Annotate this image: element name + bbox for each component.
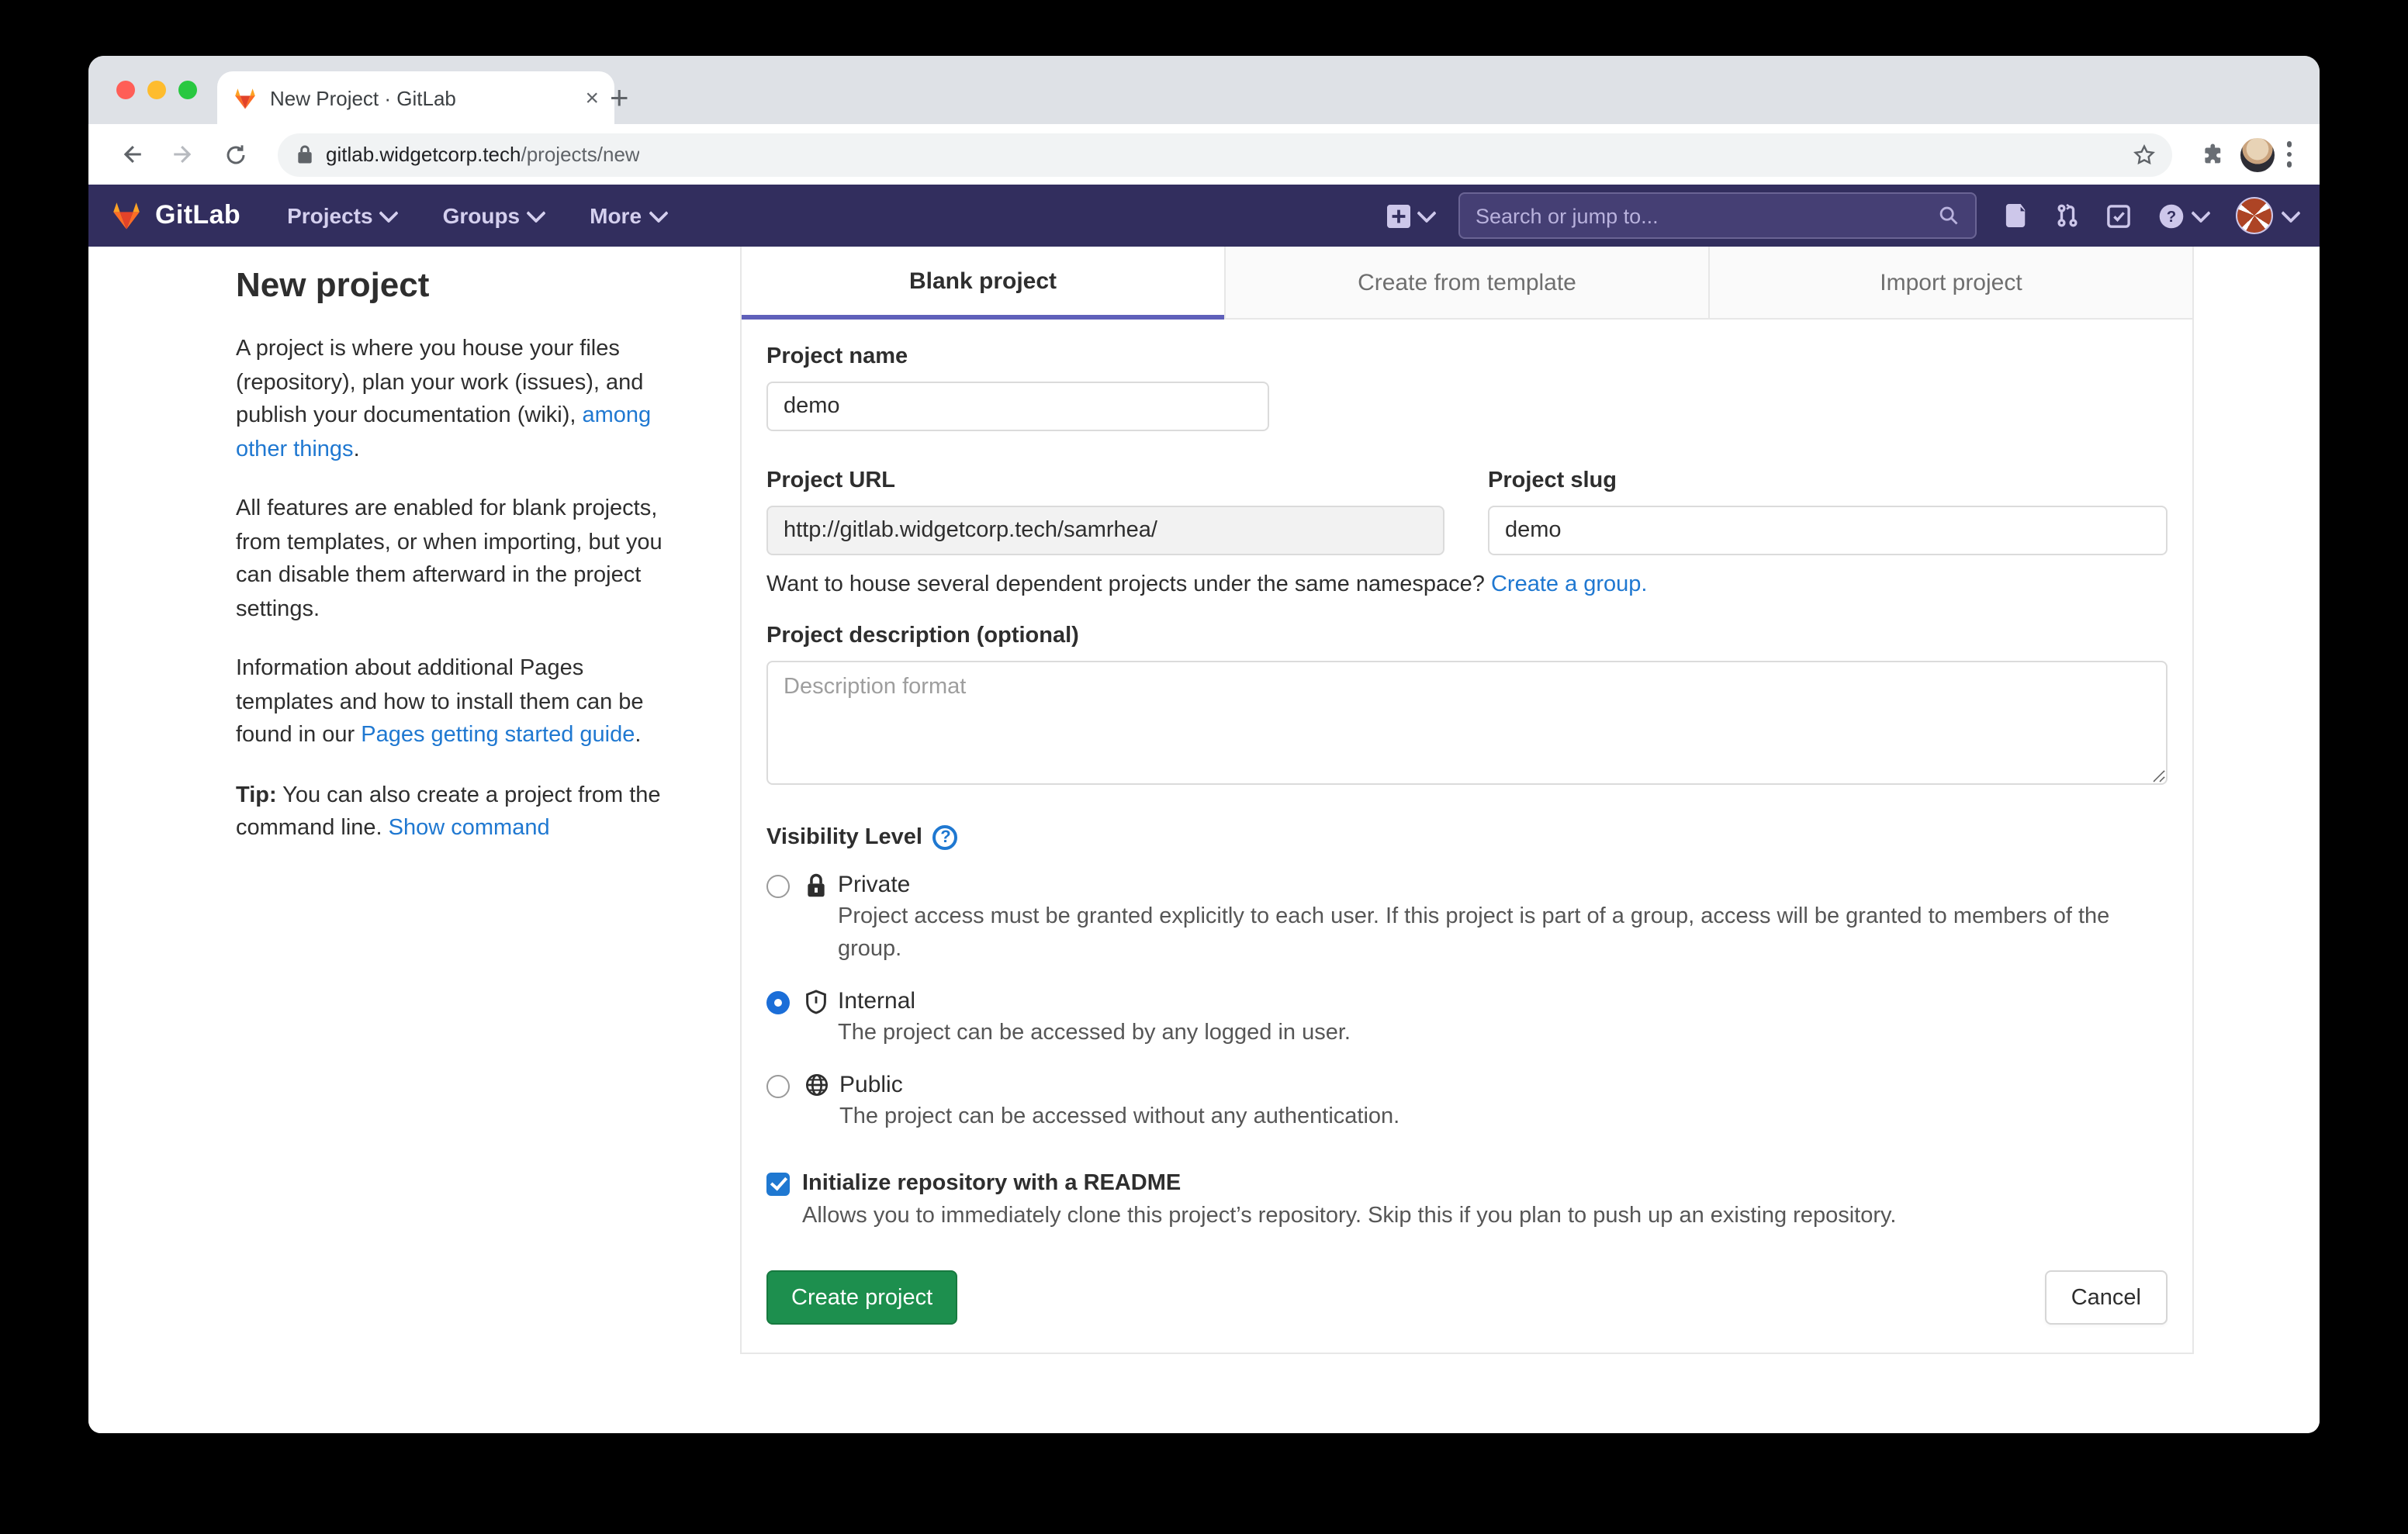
gitlab-favicon (233, 86, 258, 109)
traffic-lights (116, 81, 197, 99)
internal-radio[interactable] (766, 991, 790, 1014)
search-icon (1938, 205, 1960, 226)
initialize-readme-description: Allows you to immediately clone this pro… (802, 1204, 2168, 1228)
visibility-help-icon[interactable]: ? (933, 825, 958, 850)
create-a-group-link[interactable]: Create a group. (1491, 572, 1648, 597)
issues-icon[interactable] (2005, 203, 2028, 228)
readme-section: Initialize repository with a README Allo… (766, 1171, 2168, 1228)
nav-item-projects[interactable]: Projects (287, 203, 396, 228)
gitlab-navbar: GitLab Projects Groups More Search or ju… (88, 185, 2320, 247)
project-url-input[interactable] (766, 506, 1444, 555)
minimize-window-button[interactable] (147, 81, 166, 99)
reload-icon[interactable] (209, 133, 262, 176)
public-option-label[interactable]: Public (839, 1072, 1399, 1098)
shield-icon (805, 990, 827, 1014)
create-project-button[interactable]: Create project (766, 1270, 957, 1325)
gitlab-brand[interactable]: GitLab (110, 200, 240, 231)
private-option-label[interactable]: Private (838, 872, 2154, 898)
sidebar-tip: Tip: You can also create a project from … (236, 779, 673, 846)
tab-import-project[interactable]: Import project (1708, 247, 2192, 320)
sidebar-paragraph-3: Information about additional Pages templ… (236, 653, 673, 753)
todos-icon[interactable] (2107, 204, 2130, 227)
new-project-panel: Blank project Create from template Impor… (740, 247, 2194, 1354)
project-slug-label: Project slug (1488, 468, 2168, 493)
new-project-sidebar: New project A project is where you house… (236, 265, 673, 872)
lock-icon (296, 144, 313, 164)
extensions-puzzle-icon[interactable] (2187, 133, 2240, 176)
browser-profile-avatar[interactable] (2240, 137, 2274, 171)
chevron-down-icon (2191, 202, 2210, 222)
public-option-description: The project can be accessed without any … (839, 1101, 1399, 1134)
namespace-hint: Want to house several dependent projects… (766, 572, 2168, 597)
address-bar[interactable]: gitlab.widgetcorp.tech/projects/new (278, 133, 2171, 176)
user-avatar (2236, 197, 2273, 234)
public-radio[interactable] (766, 1075, 790, 1098)
project-slug-input[interactable] (1488, 506, 2168, 555)
gitlab-logo-icon (110, 200, 143, 231)
project-description-label: Project description (optional) (766, 624, 2168, 648)
new-menu-plus-icon[interactable] (1387, 204, 1434, 227)
lock-icon (805, 873, 827, 898)
bookmark-star-icon[interactable] (2131, 142, 2156, 167)
visibility-level-label: Visibility Level (766, 825, 922, 850)
browser-tab[interactable]: New Project · GitLab × (217, 71, 614, 124)
desktop: New Project · GitLab × + gitlab.widgetc (0, 0, 2408, 1534)
url-text: gitlab.widgetcorp.tech/projects/new (326, 143, 640, 166)
browser-menu-icon[interactable] (2286, 142, 2292, 168)
new-tab-button[interactable]: + (610, 82, 629, 115)
visibility-option-internal: Internal The project can be accessed by … (766, 988, 2168, 1050)
user-menu[interactable] (2236, 197, 2298, 234)
search-placeholder: Search or jump to... (1476, 204, 1938, 227)
merge-request-icon[interactable] (2056, 203, 2079, 228)
back-icon[interactable] (104, 133, 157, 176)
visibility-option-private: Private Project access must be granted e… (766, 872, 2168, 966)
browser-toolbar: gitlab.widgetcorp.tech/projects/new (88, 124, 2320, 185)
forward-icon[interactable] (157, 133, 209, 176)
pages-guide-link[interactable]: Pages getting started guide (361, 723, 635, 748)
project-name-label: Project name (766, 344, 2168, 369)
zoom-window-button[interactable] (178, 81, 197, 99)
private-radio[interactable] (766, 875, 790, 898)
tab-close-icon[interactable]: × (585, 86, 599, 109)
tab-create-from-template[interactable]: Create from template (1224, 247, 1708, 320)
project-description-textarea[interactable] (766, 661, 2168, 785)
initialize-readme-checkbox[interactable] (766, 1172, 790, 1195)
project-type-tabs: Blank project Create from template Impor… (742, 247, 2192, 320)
page-title: New project (236, 265, 673, 306)
gitlab-brand-name: GitLab (155, 200, 240, 231)
chevron-down-icon (648, 202, 667, 222)
chevron-down-icon (1417, 202, 1436, 222)
initialize-readme-label[interactable]: Initialize repository with a README (802, 1171, 1181, 1196)
globe-icon (805, 1073, 829, 1097)
chevron-down-icon (526, 202, 545, 222)
nav-item-more[interactable]: More (590, 203, 665, 228)
project-name-input[interactable] (766, 382, 1269, 431)
sidebar-paragraph-2: All features are enabled for blank proje… (236, 493, 673, 627)
visibility-option-public: Public The project can be accessed witho… (766, 1072, 2168, 1134)
private-option-description: Project access must be granted explicitl… (838, 901, 2154, 966)
show-command-link[interactable]: Show command (389, 816, 550, 841)
internal-option-label[interactable]: Internal (838, 988, 1351, 1014)
sidebar-paragraph-1: A project is where you house your files … (236, 333, 673, 467)
svg-text:?: ? (2167, 208, 2176, 225)
internal-option-description: The project can be accessed by any logge… (838, 1017, 1351, 1050)
project-url-label: Project URL (766, 468, 1444, 493)
tab-title: New Project · GitLab (270, 86, 573, 109)
tab-blank-project[interactable]: Blank project (742, 247, 1224, 320)
chevron-down-icon (2281, 202, 2300, 222)
close-window-button[interactable] (116, 81, 135, 99)
page-content: New project A project is where you house… (88, 247, 2320, 1433)
chevron-down-icon (379, 202, 399, 222)
blank-project-form: Project name Project URL Project slug Wa… (742, 320, 2192, 1353)
help-icon[interactable]: ? (2158, 202, 2208, 229)
browser-window: New Project · GitLab × + gitlab.widgetc (88, 56, 2320, 1433)
nav-item-groups[interactable]: Groups (443, 203, 544, 228)
cancel-button[interactable]: Cancel (2045, 1270, 2168, 1325)
search-input[interactable]: Search or jump to... (1458, 192, 1977, 239)
browser-tab-strip: New Project · GitLab × + (88, 56, 2320, 124)
